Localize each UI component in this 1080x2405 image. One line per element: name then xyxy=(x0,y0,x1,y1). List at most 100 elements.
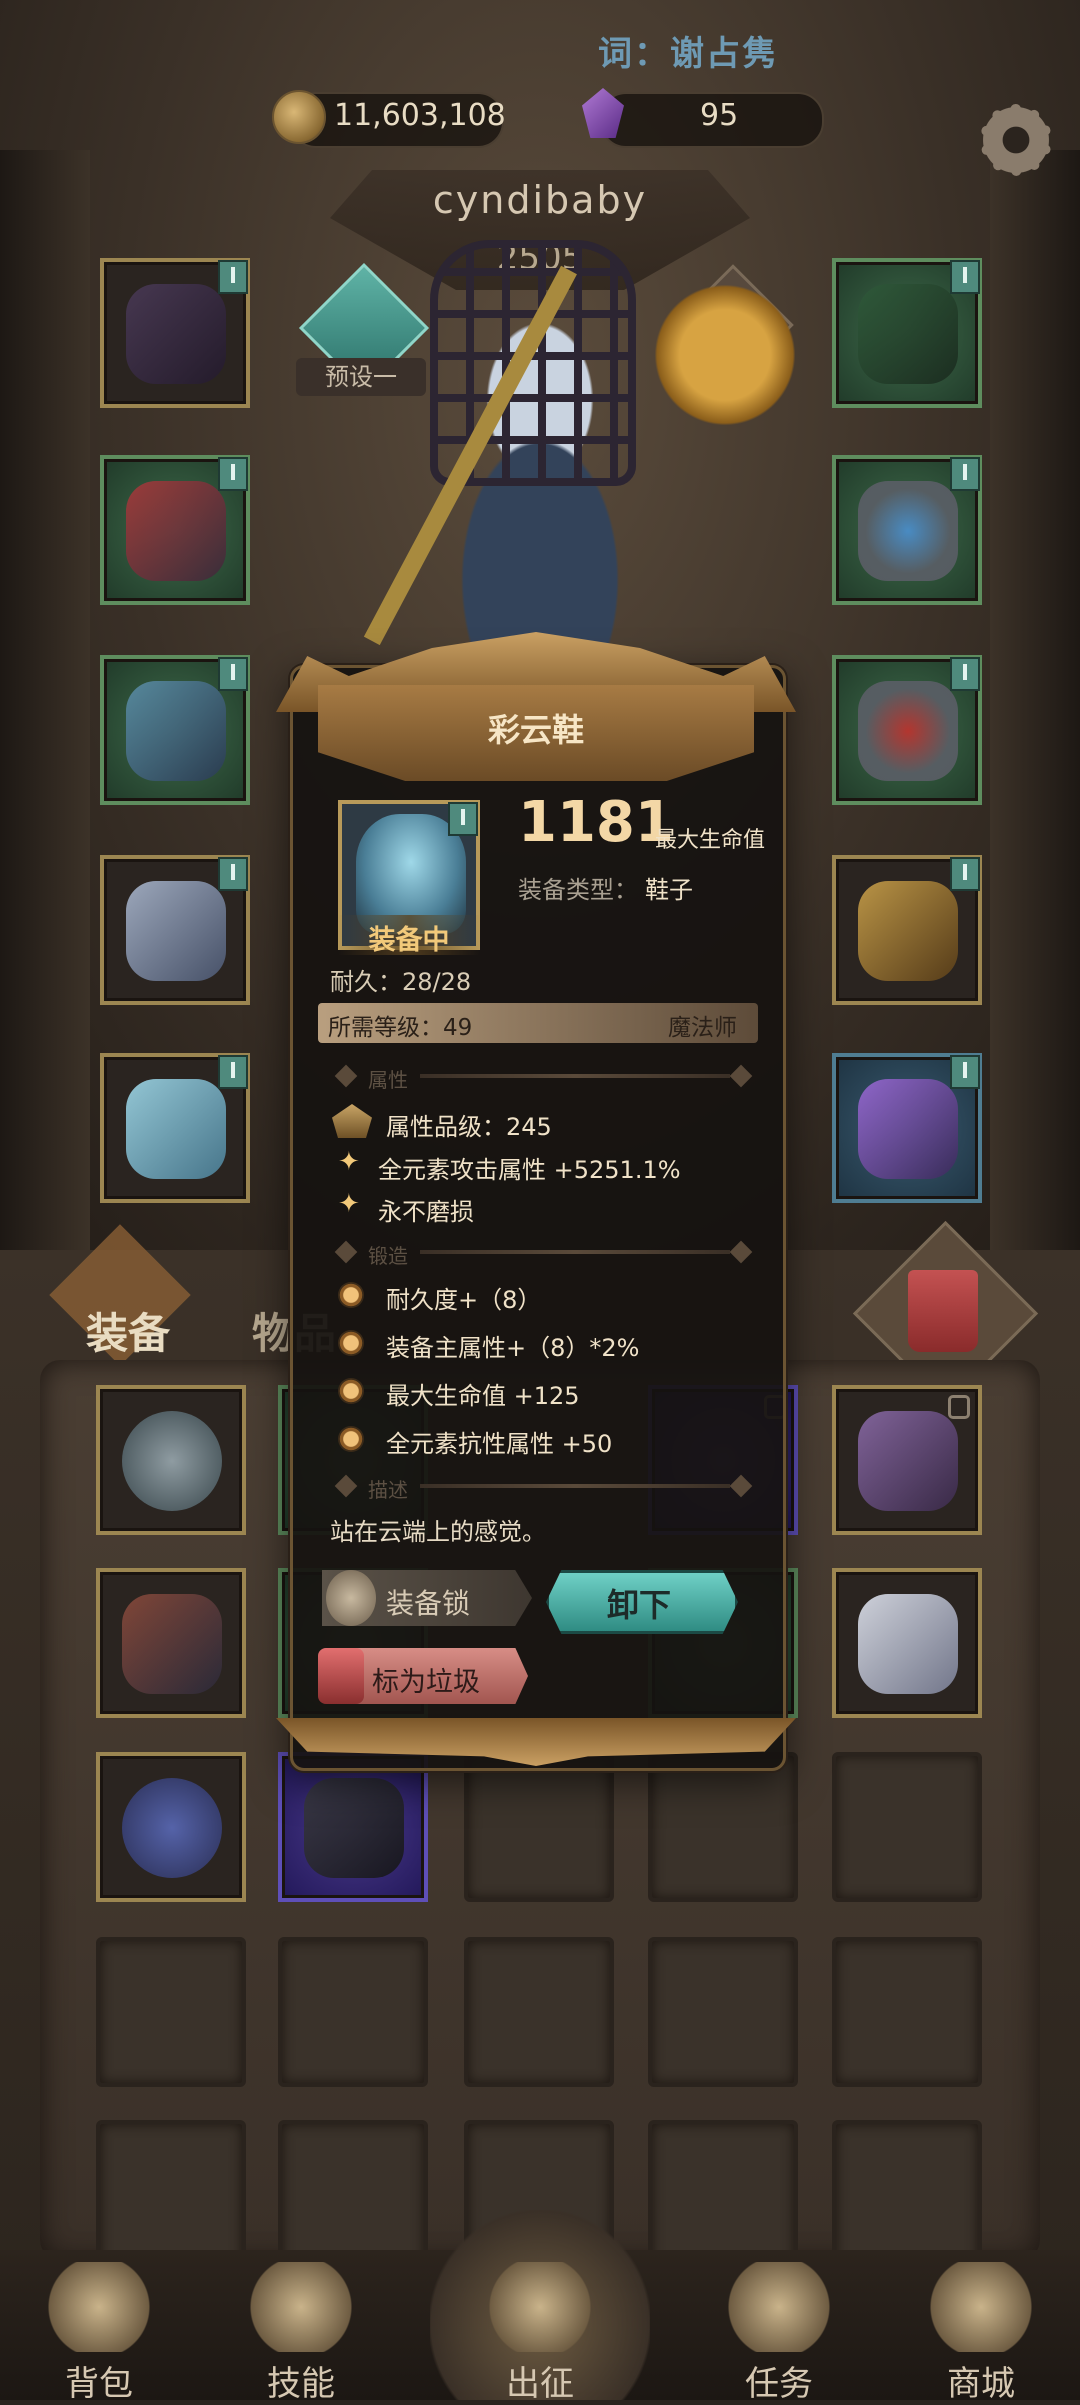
equip-slot-weapon[interactable] xyxy=(832,855,982,1005)
section-divider xyxy=(420,1074,730,1078)
quality-badge xyxy=(218,457,248,491)
durability: 耐久：28/28 xyxy=(330,968,472,996)
tab-equipment[interactable]: 装备 xyxy=(86,1300,170,1361)
item-title: 彩云鞋 xyxy=(487,711,584,749)
equip-slot-offhand[interactable] xyxy=(832,1053,982,1203)
golden-staff-icon xyxy=(858,881,958,981)
inventory-slot-wand[interactable] xyxy=(832,1385,982,1535)
cage-helmet-art xyxy=(430,240,636,486)
inventory-slot-empty[interactable] xyxy=(278,1937,428,2087)
section-attributes: 属性 xyxy=(368,1068,408,1092)
cage-helmet-icon xyxy=(126,284,226,384)
quest-scroll-icon xyxy=(724,2262,834,2352)
nav-label: 任务 xyxy=(745,2364,813,2404)
sword-scroll-icon xyxy=(485,2262,595,2352)
cloud-boots-icon xyxy=(126,1079,226,1179)
required-class: 魔法师 xyxy=(668,1015,737,1041)
gem-necklace-icon xyxy=(858,284,958,384)
forge-dot-icon xyxy=(338,1282,364,1308)
coin-icon xyxy=(272,90,326,144)
player-name: cyndibaby xyxy=(432,178,648,222)
inventory-slot-empty[interactable] xyxy=(648,1937,798,2087)
inventory-slot-empty[interactable] xyxy=(96,2120,246,2270)
attribute-rank: 属性品级：245 xyxy=(386,1113,552,1141)
forge-line: 最大生命值 +125 xyxy=(386,1382,580,1410)
forge-line: 耐久度+（8） xyxy=(386,1286,542,1314)
right-frame-decoration xyxy=(990,150,1080,1250)
lantern-icon xyxy=(318,1648,364,1704)
forge-line: 装备主属性+（8）*2% xyxy=(386,1334,640,1362)
nav-label: 技能 xyxy=(267,2364,335,2404)
item-type-label: 装备类型： xyxy=(518,876,638,904)
section-forge: 锻造 xyxy=(368,1244,408,1268)
trash-icon[interactable] xyxy=(908,1270,978,1352)
inventory-slot-amulet[interactable] xyxy=(96,1385,246,1535)
inventory-slot-pendant[interactable] xyxy=(96,1752,246,1902)
section-divider xyxy=(420,1250,730,1254)
shop-crown-icon xyxy=(926,2262,1036,2352)
blue-pendant-icon xyxy=(122,1778,222,1878)
bag-icon xyxy=(44,2262,154,2352)
quality-badge xyxy=(218,260,248,294)
inventory-slot-bracer[interactable] xyxy=(278,1752,428,1902)
nav-item-bag[interactable]: 背包 xyxy=(24,2262,174,2405)
equip-slot-robe[interactable] xyxy=(100,855,250,1005)
coin-amount: 11,603,108 xyxy=(334,98,506,133)
inventory-slot-fur-coat[interactable] xyxy=(832,1568,982,1718)
inventory-slot-empty[interactable] xyxy=(278,2120,428,2270)
main-stat-label: 最大生命值 xyxy=(655,828,766,853)
gauntlet-icon xyxy=(126,681,226,781)
equip-slot-ring-1[interactable] xyxy=(832,455,982,605)
inventory-slot-empty[interactable] xyxy=(96,1937,246,2087)
bracer-icon xyxy=(304,1778,404,1878)
equip-slot-ring-2[interactable] xyxy=(832,655,982,805)
nav-label: 背包 xyxy=(65,2364,133,2404)
staff-head-art xyxy=(650,270,800,440)
robe-icon xyxy=(126,881,226,981)
quality-badge xyxy=(950,1055,980,1089)
inventory-slot-empty[interactable] xyxy=(832,1752,982,1902)
amulet-icon xyxy=(122,1411,222,1511)
nav-item-quests[interactable]: 任务 xyxy=(704,2262,854,2405)
inventory-slot-empty[interactable] xyxy=(832,1937,982,2087)
main-stat-value: 1181 xyxy=(518,790,674,855)
equip-slot-gloves[interactable] xyxy=(100,655,250,805)
inventory-slot-empty[interactable] xyxy=(648,2120,798,2270)
quality-badge xyxy=(950,260,980,294)
nav-item-battle[interactable]: 出征 xyxy=(465,2262,615,2405)
nav-item-skills[interactable]: 技能 xyxy=(226,2262,376,2405)
section-description: 描述 xyxy=(368,1478,408,1502)
twisted-wand-icon xyxy=(858,1411,958,1511)
scythe-icon xyxy=(122,1594,222,1694)
quality-badge xyxy=(218,857,248,891)
star-icon: ✦ xyxy=(338,1189,360,1219)
forge-dot-icon xyxy=(338,1378,364,1404)
unequip-label: 卸下 xyxy=(606,1586,671,1624)
red-ring-icon xyxy=(858,681,958,781)
left-frame-decoration xyxy=(0,150,90,1250)
quality-badge xyxy=(218,1055,248,1089)
nav-item-shop[interactable]: 商城 xyxy=(906,2262,1056,2405)
quality-badge xyxy=(950,857,980,891)
forge-line: 全元素抗性属性 +50 xyxy=(386,1430,613,1458)
inventory-slot-scythe[interactable] xyxy=(96,1568,246,1718)
inventory-slot-empty[interactable] xyxy=(648,1752,798,1902)
quality-badge xyxy=(218,657,248,691)
equip-slot-necklace[interactable] xyxy=(832,258,982,408)
required-level: 所需等级：49 xyxy=(328,1015,473,1041)
star-icon: ✦ xyxy=(338,1147,360,1177)
equip-slot-armor[interactable] xyxy=(100,455,250,605)
mark-as-junk-label: 标为垃圾 xyxy=(372,1667,480,1698)
equip-slot-helmet[interactable] xyxy=(100,258,250,408)
inventory-slot-empty[interactable] xyxy=(464,1752,614,1902)
section-divider xyxy=(420,1484,730,1488)
equip-slot-boots[interactable] xyxy=(100,1053,250,1203)
forge-dot-icon xyxy=(338,1330,364,1356)
inventory-slot-empty[interactable] xyxy=(832,2120,982,2270)
gear-icon[interactable] xyxy=(974,98,1058,182)
nav-label: 出征 xyxy=(506,2364,574,2404)
item-type-value: 鞋子 xyxy=(645,876,693,904)
equipment-lock-label: 装备锁 xyxy=(386,1587,471,1620)
inventory-slot-empty[interactable] xyxy=(464,1937,614,2087)
cloak-armor-icon xyxy=(126,481,226,581)
